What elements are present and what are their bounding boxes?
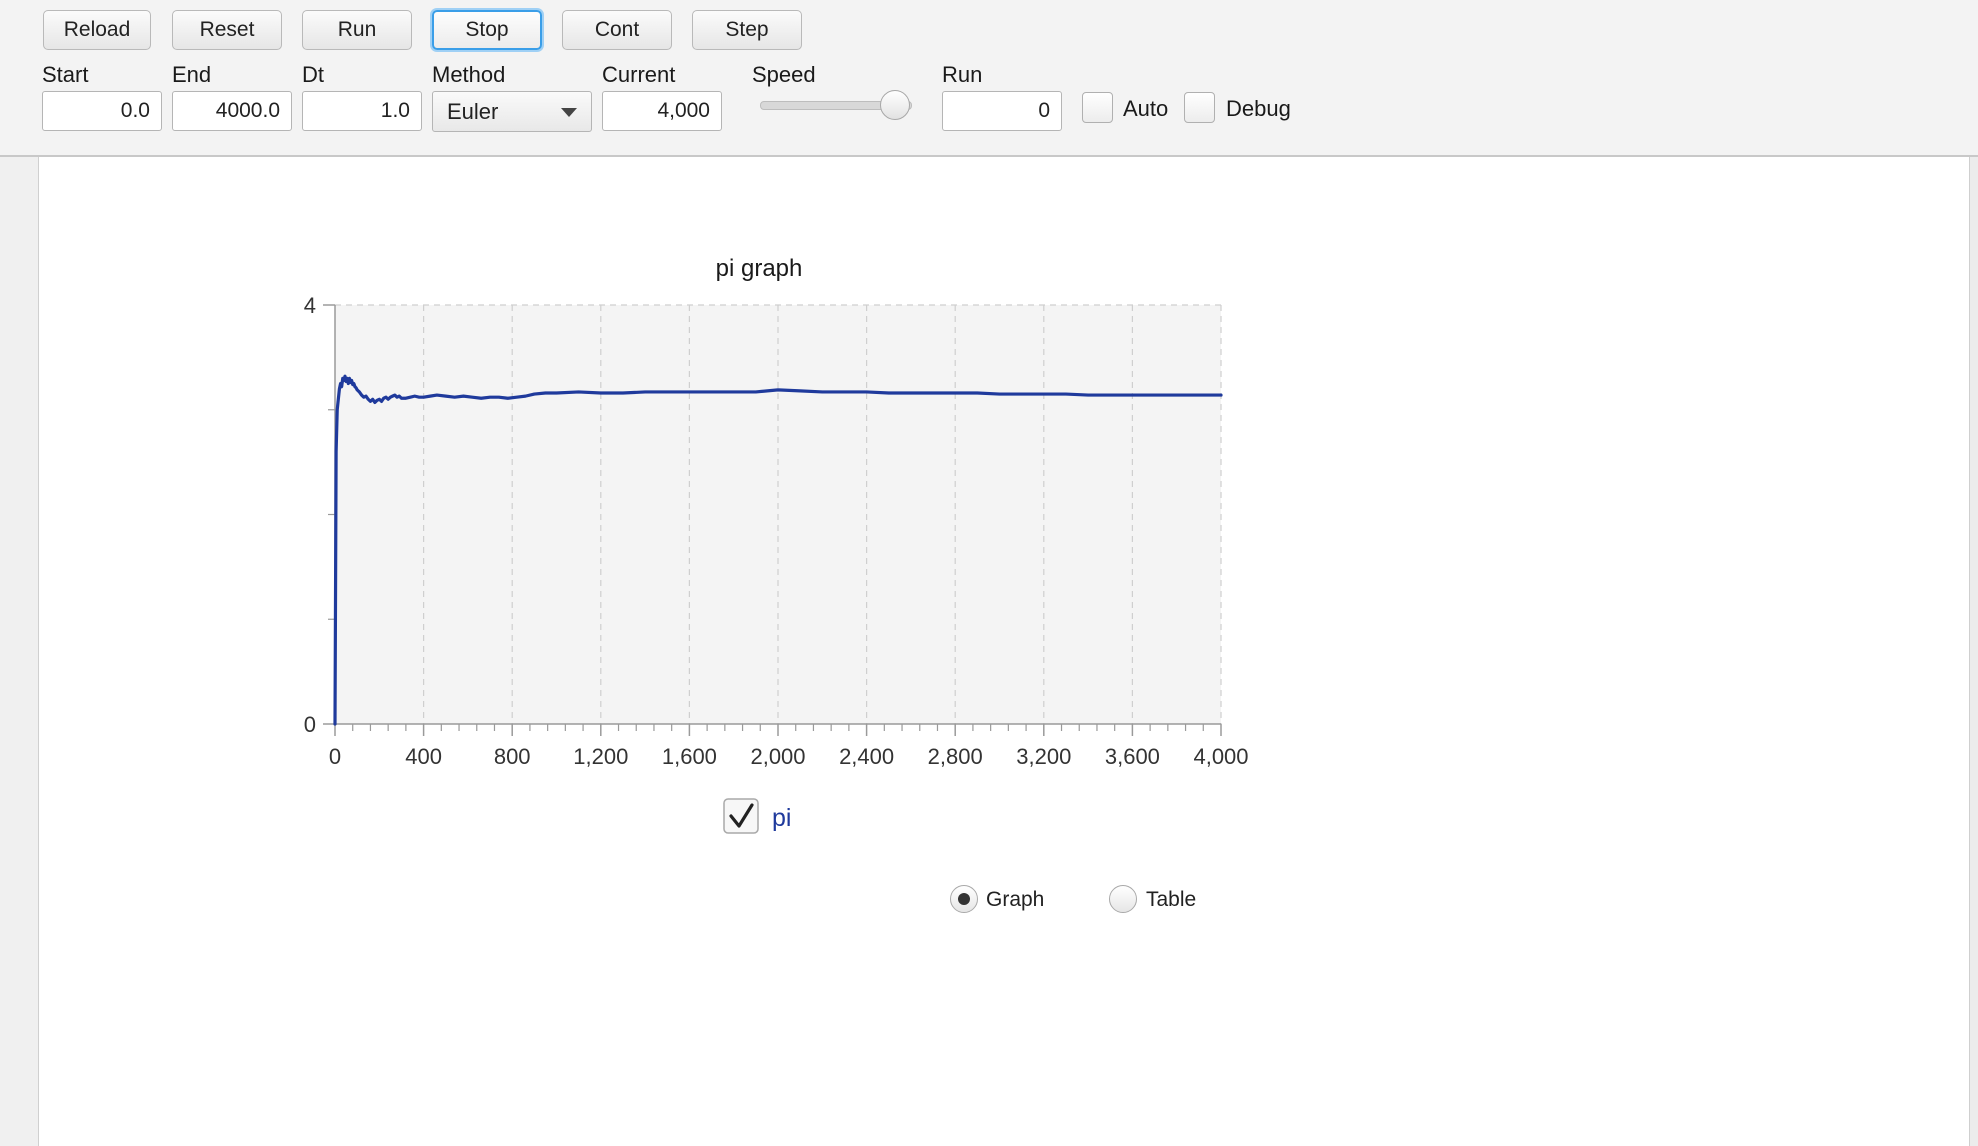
- current-label: Current: [602, 62, 676, 87]
- y-tick-label: 4: [304, 293, 316, 318]
- radio-selected-dot: [958, 893, 970, 905]
- pi-chart: pi graph 0 400 800 1,200 1,600 2,000 2,400 2,80…: [304, 255, 1249, 834]
- auto-label: Auto: [1123, 96, 1169, 121]
- toolbar: Reload Reset Run Stop Cont Step Start 0.…: [0, 0, 1978, 157]
- table-radio-label: Table: [1146, 888, 1197, 911]
- run-button[interactable]: Run: [302, 10, 412, 50]
- start-field[interactable]: 0.0: [42, 91, 162, 131]
- current-field[interactable]: 4,000: [602, 91, 722, 131]
- debug-checkbox[interactable]: [1184, 92, 1215, 123]
- x-tick-label: 3,600: [1105, 744, 1160, 769]
- reset-button[interactable]: Reset: [172, 10, 282, 50]
- start-label: Start: [42, 62, 89, 87]
- x-axis-ticks: 0 400 800 1,200 1,600 2,000 2,400 2,800 3,200 3,6…: [329, 724, 1249, 769]
- x-tick-label: 2,800: [928, 744, 983, 769]
- stop-button[interactable]: Stop: [432, 10, 542, 50]
- method-select[interactable]: Euler: [432, 91, 592, 132]
- run-count-label: Run: [942, 62, 983, 87]
- x-tick-label: 800: [494, 744, 531, 769]
- chart-title: pi graph: [716, 255, 803, 282]
- left-gutter: [0, 157, 39, 1146]
- chevron-down-icon: [561, 108, 577, 117]
- graph-radio-label: Graph: [986, 888, 1045, 911]
- x-tick-label: 3,200: [1016, 744, 1071, 769]
- x-tick-label: 4,000: [1193, 744, 1248, 769]
- method-label: Method: [432, 62, 506, 87]
- dt-label: Dt: [302, 62, 324, 87]
- method-select-value: Euler: [447, 99, 499, 124]
- debug-label: Debug: [1226, 96, 1291, 121]
- x-tick-label: 2,400: [839, 744, 894, 769]
- y-axis-ticks: 04: [304, 293, 335, 737]
- table-radio[interactable]: [1109, 885, 1137, 913]
- x-tick-label: 1,200: [573, 744, 628, 769]
- y-tick-label: 0: [304, 712, 316, 737]
- end-label: End: [172, 62, 212, 87]
- speed-slider-thumb[interactable]: [880, 90, 910, 120]
- speed-label: Speed: [752, 62, 816, 87]
- x-tick-label: 0: [329, 744, 341, 769]
- reload-button[interactable]: Reload: [43, 10, 151, 50]
- legend-label-pi: pi: [772, 804, 791, 832]
- scrollbar[interactable]: [1969, 157, 1978, 1146]
- legend-item-pi[interactable]: pi: [723, 798, 791, 834]
- cont-button[interactable]: Cont: [562, 10, 672, 50]
- graph-radio[interactable]: [950, 885, 978, 913]
- x-tick-label: 1,600: [662, 744, 717, 769]
- content-panel: pi graph 0 400 800 1,200 1,600 2,000 2,400 2,80…: [39, 157, 1969, 1146]
- end-field[interactable]: 4000.0: [172, 91, 292, 131]
- x-tick-label: 2,000: [750, 744, 805, 769]
- step-button[interactable]: Step: [692, 10, 802, 50]
- auto-checkbox[interactable]: [1082, 92, 1113, 123]
- dt-field[interactable]: 1.0: [302, 91, 422, 131]
- x-tick-label: 400: [405, 744, 442, 769]
- run-count-field[interactable]: 0: [942, 91, 1062, 131]
